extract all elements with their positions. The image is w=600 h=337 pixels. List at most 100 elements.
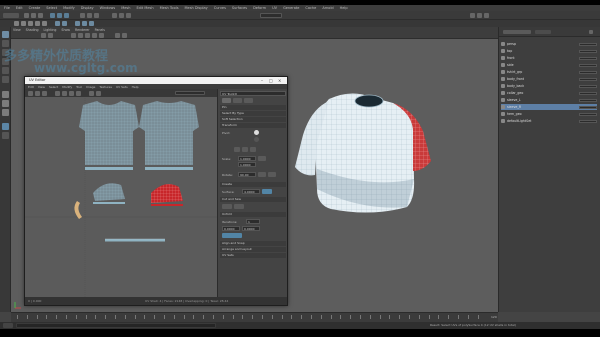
- outliner-item[interactable]: body_back: [501, 83, 597, 89]
- camera-attributes-icon[interactable]: [41, 33, 46, 38]
- unfold-field[interactable]: 0.0000: [222, 226, 240, 231]
- plane-icon[interactable]: [42, 21, 47, 26]
- menu-create[interactable]: Create: [29, 6, 41, 10]
- outliner-tab[interactable]: [503, 30, 531, 34]
- move-up-button[interactable]: [234, 147, 240, 152]
- section-transform[interactable]: Transform: [220, 123, 286, 128]
- cone-icon[interactable]: [35, 21, 40, 26]
- rotate-ccw-button[interactable]: [258, 172, 266, 177]
- toggle-channel-box-icon[interactable]: [484, 13, 489, 18]
- panel-menu-renderer[interactable]: Renderer: [75, 28, 90, 32]
- command-input[interactable]: [16, 323, 216, 328]
- select-by-component-icon[interactable]: [64, 13, 69, 18]
- new-scene-icon[interactable]: [24, 13, 29, 18]
- uv-grid-icon[interactable]: [55, 91, 60, 96]
- section-cut-and-sew[interactable]: Cut and Sew: [220, 197, 286, 202]
- menu-help[interactable]: Help: [340, 6, 348, 10]
- panel-menu-view[interactable]: View: [13, 28, 21, 32]
- maximize-icon[interactable]: □: [269, 78, 273, 83]
- outliner-item[interactable]: side: [501, 62, 597, 68]
- uv-set-dropdown[interactable]: [175, 91, 205, 95]
- visibility-toggle[interactable]: [579, 91, 597, 95]
- visibility-toggle[interactable]: [579, 63, 597, 67]
- bridge-icon[interactable]: [82, 21, 87, 26]
- menu-cache[interactable]: Cache: [305, 6, 316, 10]
- menu-display[interactable]: Display: [81, 6, 94, 10]
- menu-file[interactable]: File: [4, 6, 10, 10]
- workspace-selector[interactable]: [3, 13, 19, 18]
- menu-surfaces[interactable]: Surfaces: [232, 6, 247, 10]
- sew-tool-button[interactable]: [234, 204, 244, 209]
- close-icon[interactable]: ×: [278, 78, 281, 83]
- uv-menu-image[interactable]: Image: [86, 85, 95, 89]
- outliner-item[interactable]: defaultLightSet: [501, 118, 597, 124]
- minimize-icon[interactable]: –: [261, 78, 263, 83]
- lighting-icon[interactable]: [99, 33, 104, 38]
- select-by-object-icon[interactable]: [57, 13, 62, 18]
- menu-mesh-tools[interactable]: Mesh Tools: [160, 6, 179, 10]
- rotate-field[interactable]: 90.00: [238, 172, 256, 177]
- visibility-toggle[interactable]: [579, 49, 597, 53]
- section-pin[interactable]: Pin: [220, 105, 286, 110]
- section-select-by-type[interactable]: Select By Type: [220, 111, 286, 116]
- panel-options-icon[interactable]: [589, 30, 593, 34]
- uv-menu-modify[interactable]: Modify: [62, 85, 72, 89]
- menu-curves[interactable]: Curves: [214, 6, 226, 10]
- outliner-item[interactable]: front: [501, 55, 597, 61]
- panel-menu-lighting[interactable]: Lighting: [44, 28, 57, 32]
- menu-uv[interactable]: UV: [272, 6, 277, 10]
- iterations-field[interactable]: 1: [246, 219, 260, 224]
- menu-generate[interactable]: Generate: [283, 6, 299, 10]
- section-create[interactable]: Create: [220, 182, 286, 187]
- outliner-item[interactable]: persp: [501, 41, 597, 47]
- menu-deform[interactable]: Deform: [253, 6, 266, 10]
- save-scene-icon[interactable]: [38, 13, 43, 18]
- cylinder-icon[interactable]: [28, 21, 33, 26]
- smooth-shade-icon[interactable]: [85, 33, 90, 38]
- uv-shell-hem-back[interactable]: [145, 167, 193, 170]
- extrude-icon[interactable]: [75, 21, 80, 26]
- pivot-radio-2[interactable]: [254, 137, 259, 142]
- mel-python-toggle[interactable]: [3, 323, 13, 328]
- panel-menu-show[interactable]: Show: [61, 28, 70, 32]
- menu-arnold[interactable]: Arnold: [322, 6, 333, 10]
- uv-shell-collar[interactable]: [74, 201, 82, 219]
- uv-menu-select[interactable]: Select: [49, 85, 58, 89]
- separate-icon[interactable]: [62, 21, 67, 26]
- menu-windows[interactable]: Windows: [100, 6, 116, 10]
- render-icon[interactable]: [112, 13, 117, 18]
- planar-button[interactable]: [262, 189, 272, 194]
- visibility-toggle[interactable]: [579, 56, 597, 60]
- combine-icon[interactable]: [55, 21, 60, 26]
- persp-outliner-layout-icon[interactable]: [2, 109, 9, 116]
- visibility-toggle[interactable]: [579, 70, 597, 74]
- outliner-item[interactable]: hem_geo: [501, 111, 597, 117]
- section-arrange-and-layout[interactable]: Arrange and Layout: [220, 247, 286, 252]
- ipr-render-icon[interactable]: [119, 13, 124, 18]
- visibility-toggle[interactable]: [579, 105, 597, 109]
- uv-shell-hem-front[interactable]: [85, 167, 133, 170]
- grid-toggle-icon[interactable]: [71, 33, 76, 38]
- outliner-item[interactable]: sleeve_L: [501, 97, 597, 103]
- open-scene-icon[interactable]: [31, 13, 36, 18]
- shaded-uv-icon[interactable]: [69, 91, 74, 96]
- outliner-item[interactable]: collar_geo: [501, 90, 597, 96]
- move-center-button[interactable]: [242, 147, 248, 152]
- uv-menu-view[interactable]: View: [38, 85, 45, 89]
- menu-mesh-display[interactable]: Mesh Display: [185, 6, 208, 10]
- cut-tool-button[interactable]: [222, 204, 232, 209]
- menu-select[interactable]: Select: [46, 6, 57, 10]
- menu-modify[interactable]: Modify: [63, 6, 75, 10]
- panel-menu-panels[interactable]: Panels: [95, 28, 105, 32]
- snap-grid-icon[interactable]: [80, 13, 85, 18]
- panel-menu-shading[interactable]: Shading: [26, 28, 39, 32]
- sphere-icon[interactable]: [14, 21, 19, 26]
- section-unfold[interactable]: Unfold: [220, 212, 286, 217]
- menu-edit-mesh[interactable]: Edit Mesh: [136, 6, 153, 10]
- toolkit-tab-select[interactable]: [222, 98, 231, 103]
- uv-menu-tool[interactable]: Tool: [76, 85, 82, 89]
- snap-curve-icon[interactable]: [87, 13, 92, 18]
- select-by-hierarchy-icon[interactable]: [50, 13, 55, 18]
- snap-point-icon[interactable]: [94, 13, 99, 18]
- bookmarks-icon[interactable]: [48, 33, 53, 38]
